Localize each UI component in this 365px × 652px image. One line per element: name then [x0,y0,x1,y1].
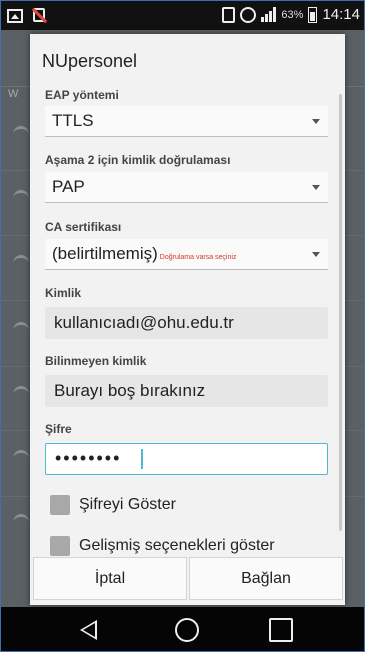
image-icon [7,8,23,23]
password-label: Şifre [45,422,72,436]
cancel-button[interactable]: İptal [33,557,187,600]
background-label: W [8,88,19,100]
anonymous-identity-input[interactable]: Burayı boş bırakınız [45,375,328,407]
recent-apps-icon[interactable] [269,618,293,642]
ca-cert-value: (belirtilmemiş) [52,244,158,263]
wifi-config-dialog: NUpersonel EAP yöntemi TTLS Aşama 2 için… [30,34,345,605]
wifi-icon [13,126,29,143]
identity-value: kullanıcıadı@ohu.edu.tr [54,313,234,332]
wifi-icon [13,386,29,403]
wifi-icon [13,190,29,207]
battery-percent: 63% [281,8,304,21]
ca-cert-select[interactable]: (belirtilmemiş) Doğrulama varsa seçiniz [45,239,328,270]
text-cursor [141,449,143,469]
home-icon[interactable] [175,618,199,642]
password-value: •••••••• [55,448,122,468]
phase2-value: PAP [52,177,85,196]
battery-icon [308,6,318,23]
dialog-buttons: İptal Bağlan [30,557,345,605]
wifi-icon [13,255,29,272]
eap-method-label: EAP yöntemi [45,89,119,102]
eap-method-value: TTLS [52,111,94,130]
alarm-icon [240,6,257,23]
caret-down-icon [312,252,320,257]
screen: 63% 14:14 W NUpersonel EAP yöntemi TTLS [0,0,365,652]
identity-label: Kimlik [45,286,82,300]
connect-button[interactable]: Bağlan [189,557,343,600]
identity-input[interactable]: kullanıcıadı@ohu.edu.tr [45,307,328,339]
scrollbar[interactable] [339,94,342,531]
show-password-label: Şifreyi Göster [79,496,176,513]
checkbox-icon [50,536,70,556]
wifi-icon [13,322,29,339]
navigation-bar [1,607,364,651]
checkbox-icon [50,495,70,515]
advanced-options-label: Gelişmiş seçenekleri göster [79,537,275,554]
clock: 14:14 [322,6,360,23]
ca-cert-hint: Doğrulama varsa seçiniz [159,254,237,261]
dialog-title: NUpersonel [42,51,138,71]
ca-cert-label: CA sertifikası [45,220,122,234]
wifi-icon [13,514,29,531]
no-sim-icon [31,7,48,24]
phase2-label: Aşama 2 için kimlik doğrulaması [45,153,231,167]
status-bar: 63% 14:14 [1,1,364,30]
back-icon[interactable] [80,620,97,640]
password-input[interactable]: •••••••• [45,443,328,475]
dialog-content[interactable]: EAP yöntemi TTLS Aşama 2 için kimlik doğ… [30,89,345,557]
caret-down-icon [312,185,320,190]
anonymous-identity-label: Bilinmeyen kimlik [45,354,147,368]
phone-icon [222,6,236,23]
wifi-icon [13,450,29,467]
signal-icon [261,7,277,22]
caret-down-icon [312,119,320,124]
phase2-select[interactable]: PAP [45,172,328,203]
anonymous-identity-value: Burayı boş bırakınız [54,381,206,400]
eap-method-select[interactable]: TTLS [45,106,328,137]
